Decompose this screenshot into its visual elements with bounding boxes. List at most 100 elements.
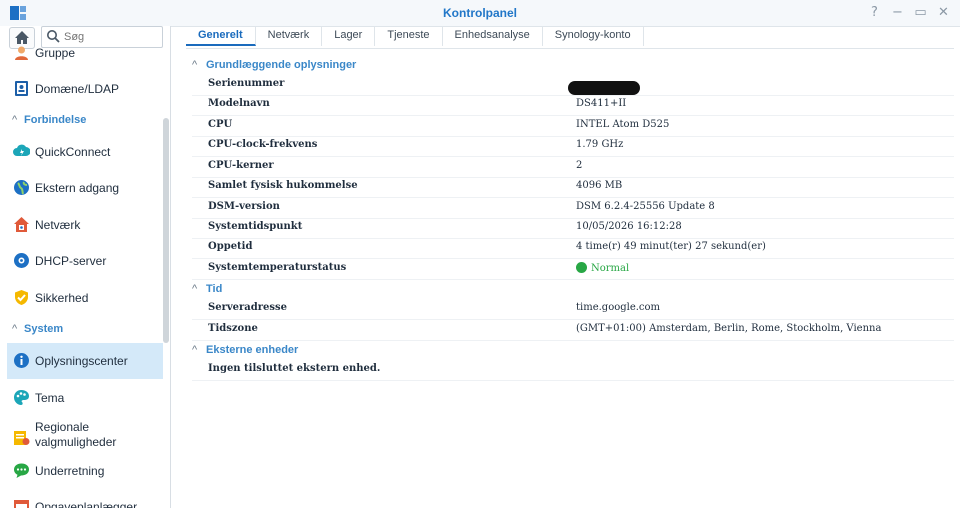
tab-service[interactable]: Tjeneste: [375, 26, 443, 46]
group-icon: [15, 46, 28, 60]
info-row-timezone: Tidszone (GMT+01:00) Amsterdam, Berlin, R…: [192, 320, 954, 341]
sidebar-section-system[interactable]: ^ System: [12, 323, 63, 335]
status-text: Normal: [591, 263, 630, 274]
row-key: Samlet fysisk hukommelse: [208, 180, 358, 191]
info-row-model-name: Modelnavn DS411+II: [192, 95, 954, 116]
info-row-server-address: Serveradresse time.google.com: [192, 299, 954, 320]
row-key: Oppetid: [208, 241, 253, 252]
row-value: DS411+II: [576, 98, 627, 109]
tab-synology-account[interactable]: Synology-konto: [543, 26, 644, 46]
row-value: (GMT+01:00) Amsterdam, Berlin, Rome, Sto…: [576, 323, 882, 334]
row-value: 10/05/2026 16:12:28: [576, 221, 682, 232]
main-panel: Generelt Netværk Lager Tjeneste Enhedsan…: [176, 26, 960, 508]
sidebar-item-dhcp-server[interactable]: DHCP-server: [7, 243, 163, 279]
help-button[interactable]: ?: [866, 4, 883, 21]
notification-icon: [14, 463, 29, 478]
quickconnect-icon: [13, 144, 30, 156]
tab-device-analytics[interactable]: Enhedsanalyse: [443, 26, 543, 46]
row-key: CPU-clock-frekvens: [208, 139, 318, 150]
chevron-up-icon: ^: [192, 344, 198, 356]
row-key: Systemtemperaturstatus: [208, 262, 347, 273]
row-value: 1.79 GHz: [576, 139, 624, 150]
redaction-mark: [568, 81, 640, 95]
sidebar-item-label: Netværk: [35, 218, 81, 232]
sidebar-scrollbar[interactable]: [163, 118, 169, 343]
info-center-icon: [14, 353, 29, 368]
tab-storage[interactable]: Lager: [322, 26, 376, 46]
row-value: time.google.com: [576, 302, 661, 313]
security-shield-icon: [15, 290, 28, 305]
tab-divider: [186, 48, 954, 49]
dhcp-server-icon: [14, 253, 29, 268]
info-row-uptime: Oppetid 4 time(r) 49 minut(ter) 27 sekund…: [192, 238, 954, 259]
chevron-up-icon: ^: [12, 323, 18, 335]
info-row-cpu-clock: CPU-clock-frekvens 1.79 GHz: [192, 136, 954, 157]
chevron-up-icon: ^: [192, 283, 198, 295]
minimize-button[interactable]: −: [889, 4, 906, 21]
title-bar: Kontrolpanel ? − ▭ ✕: [0, 0, 960, 27]
theme-palette-icon: [14, 390, 29, 405]
chevron-up-icon: ^: [12, 114, 18, 126]
sidebar-item-label: Gruppe: [35, 46, 76, 60]
sidebar-item-theme[interactable]: Tema: [7, 380, 163, 416]
sidebar-item-label: DHCP-server: [35, 254, 107, 268]
domain-ldap-icon: [15, 81, 28, 96]
row-key: Serienummer: [208, 78, 285, 89]
sidebar-item-external-access[interactable]: Ekstern adgang: [7, 170, 163, 206]
sidebar-item-label: Ekstern adgang: [35, 181, 120, 195]
info-row-temperature-status: Systemtemperaturstatus Normal: [192, 259, 954, 280]
network-house-icon: [14, 217, 29, 232]
task-scheduler-icon: [14, 500, 29, 508]
sidebar-item-label: Regionale valgmuligheder: [35, 420, 117, 449]
sidebar-item-label: Oplysningscenter: [35, 354, 128, 368]
sidebar-item-regional-options[interactable]: Regionale valgmuligheder: [7, 416, 163, 458]
sidebar-item-domain-ldap[interactable]: Domæne/LDAP: [7, 71, 163, 107]
info-row-dsm-version: DSM-version DSM 6.2.4-25556 Update 8: [192, 198, 954, 219]
row-key: CPU: [208, 119, 233, 130]
row-value: 4096 MB: [576, 180, 623, 191]
sidebar-item-label: Domæne/LDAP: [35, 82, 120, 96]
info-row-memory: Samlet fysisk hukommelse 4096 MB: [192, 177, 954, 198]
group-header-basic-info[interactable]: ^ Grundlæggende oplysninger: [192, 59, 356, 71]
sidebar-item-notification[interactable]: Underretning: [7, 453, 163, 489]
sidebar: Gruppe Domæne/LDAP ^Forbindelse QuickCon…: [0, 26, 171, 508]
external-devices-message-row: Ingen tilsluttet ekstern enhed.: [192, 360, 954, 381]
row-key: Systemtidspunkt: [208, 221, 303, 232]
sidebar-item-task-scheduler[interactable]: Opgaveplanlægger: [7, 489, 163, 508]
sidebar-item-label: Underretning: [35, 464, 105, 478]
sidebar-item-network[interactable]: Netværk: [7, 207, 163, 243]
no-external-device-message: Ingen tilsluttet ekstern enhed.: [208, 363, 381, 374]
sidebar-item-label: Tema: [35, 391, 65, 405]
sidebar-item-quickconnect[interactable]: QuickConnect: [7, 134, 163, 170]
row-value: Normal: [576, 262, 629, 274]
row-key: Tidszone: [208, 323, 258, 334]
tab-bar: Generelt Netværk Lager Tjeneste Enhedsan…: [186, 26, 644, 48]
group-header-time[interactable]: ^ Tid: [192, 283, 222, 295]
row-key: CPU-kerner: [208, 160, 274, 171]
group-header-external-devices[interactable]: ^ Eksterne enheder: [192, 344, 298, 356]
regional-options-icon: [14, 431, 30, 445]
window-title: Kontrolpanel: [443, 6, 517, 20]
row-value: INTEL Atom D525: [576, 119, 670, 130]
row-key: DSM-version: [208, 201, 280, 212]
row-value: 4 time(r) 49 minut(ter) 27 sekund(er): [576, 241, 766, 252]
sidebar-section-connection[interactable]: ^ Forbindelse: [12, 114, 86, 126]
row-key: Modelnavn: [208, 98, 270, 109]
chevron-up-icon: ^: [192, 59, 198, 71]
info-row-cpu-cores: CPU-kerner 2: [192, 157, 954, 178]
row-value: DSM 6.2.4-25556 Update 8: [576, 201, 715, 212]
tab-network[interactable]: Netværk: [256, 26, 323, 46]
tab-general[interactable]: Generelt: [186, 26, 256, 46]
sidebar-item-info-center[interactable]: Oplysningscenter: [7, 343, 163, 379]
close-button[interactable]: ✕: [935, 4, 952, 21]
info-row-system-time: Systemtidspunkt 10/05/2026 16:12:28: [192, 218, 954, 239]
info-row-cpu: CPU INTEL Atom D525: [192, 116, 954, 137]
sidebar-item-security[interactable]: Sikkerhed: [7, 280, 163, 316]
maximize-button[interactable]: ▭: [912, 4, 929, 21]
sidebar-item-label: Opgaveplanlægger: [35, 500, 138, 508]
status-ok-icon: [576, 262, 587, 273]
sidebar-item-label: Sikkerhed: [35, 291, 89, 305]
row-value: 2: [576, 160, 583, 171]
sidebar-item-label: QuickConnect: [35, 145, 111, 159]
external-access-icon: [14, 180, 29, 195]
